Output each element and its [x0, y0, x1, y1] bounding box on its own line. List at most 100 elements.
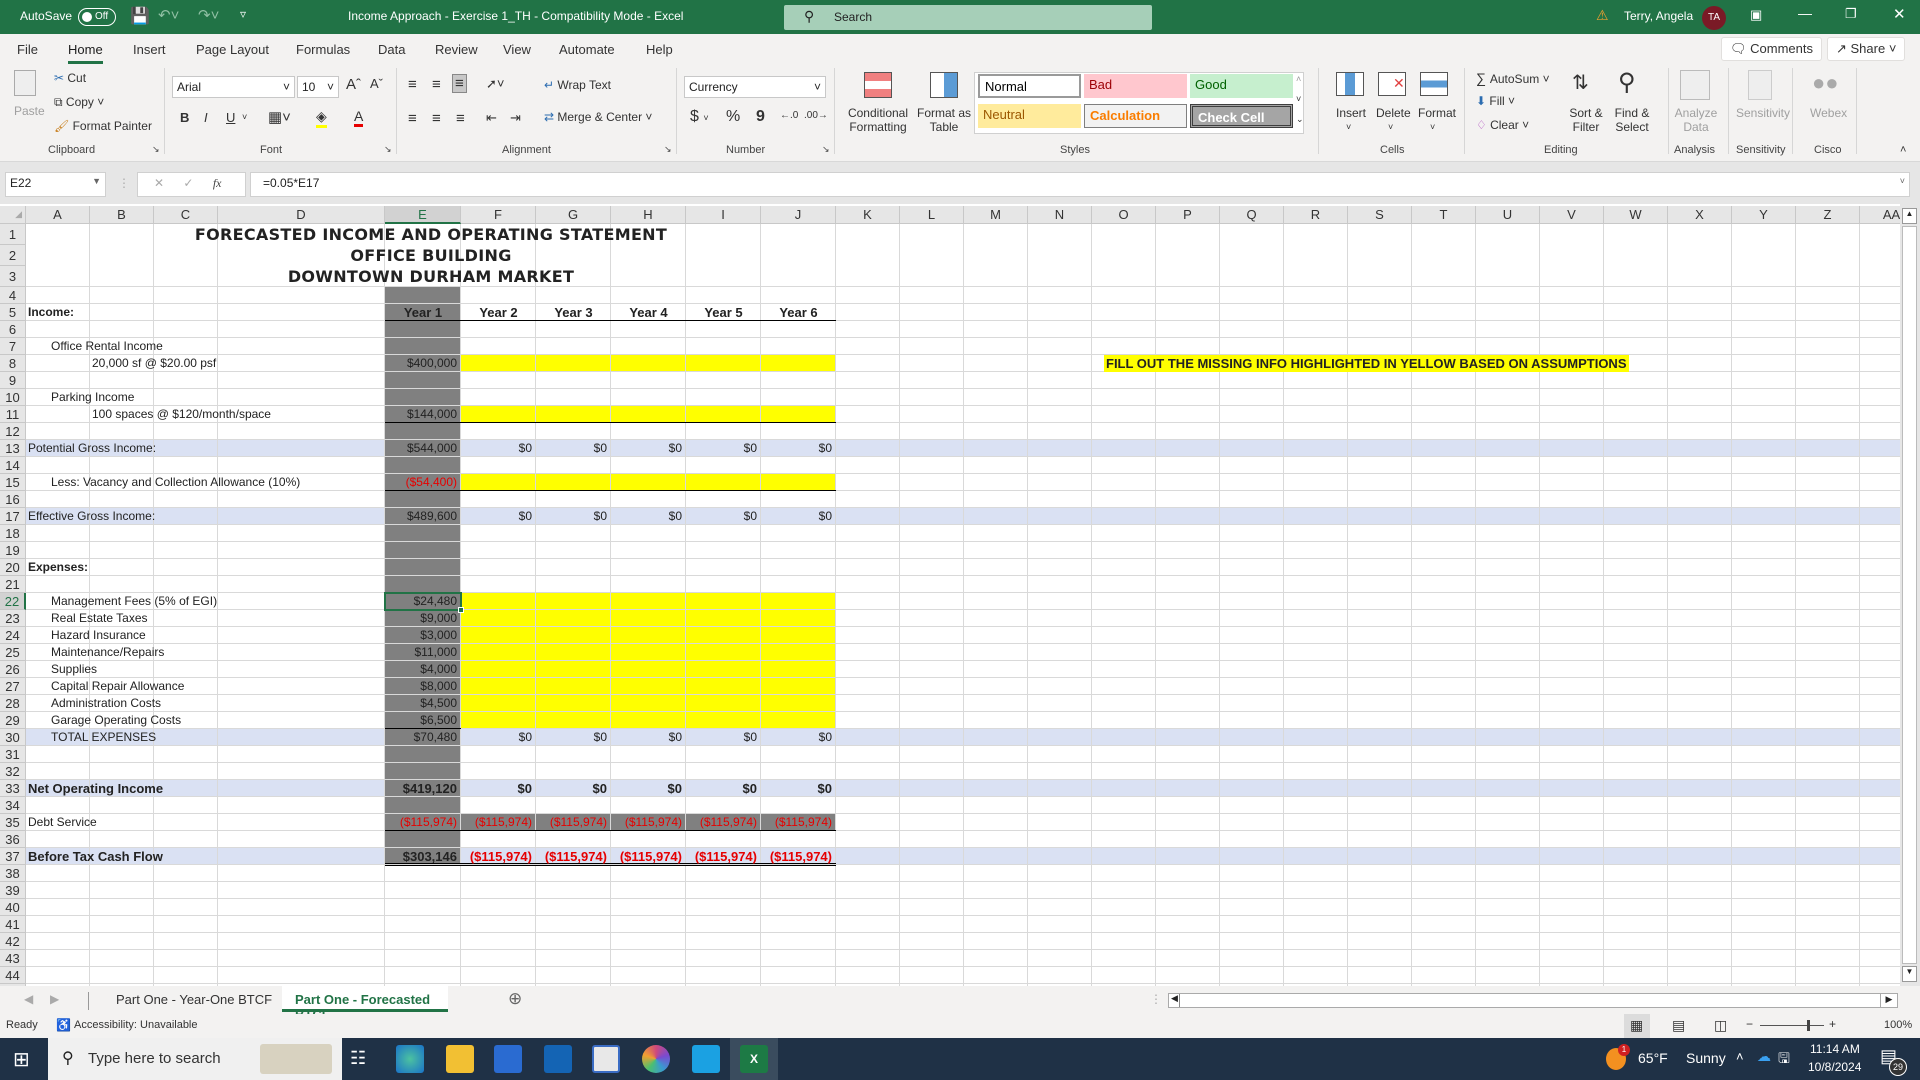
alignment-launcher-icon[interactable]: ↘ [664, 144, 672, 155]
italic-button[interactable]: I [204, 110, 208, 125]
column-header-L[interactable]: L [900, 206, 964, 224]
year1-debt-service[interactable]: ($115,974) [385, 814, 461, 831]
expense-label[interactable]: Garage Operating Costs [26, 712, 181, 729]
increase-font-icon[interactable]: Aˆ [346, 76, 361, 93]
bold-button[interactable]: B [180, 110, 189, 125]
align-right-icon[interactable]: ≡ [456, 110, 465, 127]
tab-view[interactable]: View [503, 42, 531, 57]
year4-noi[interactable]: $0 [611, 780, 686, 797]
collapse-ribbon-icon[interactable]: ˄ [1900, 144, 1906, 156]
borders-icon[interactable]: ▦˅ [268, 108, 291, 126]
restore-icon[interactable]: ❐ [1845, 6, 1857, 22]
row-header-18[interactable]: 18 [0, 525, 26, 542]
middle-align-icon[interactable]: ≡ [432, 76, 441, 93]
year1-egi[interactable]: $489,600 [385, 508, 461, 525]
font-color-icon[interactable]: A [354, 108, 364, 127]
row-header-2[interactable]: 2 [0, 245, 26, 266]
style-normal[interactable]: Normal [978, 74, 1081, 98]
sensitivity-button[interactable]: Sensitivity [1736, 106, 1790, 120]
style-bad[interactable]: Bad [1084, 74, 1187, 98]
label-expenses[interactable]: Expenses: [26, 559, 88, 576]
row-header-5[interactable]: 5 [0, 304, 26, 321]
label-income[interactable]: Income: [26, 304, 74, 321]
format-painter-button[interactable]: 🖌 Format Painter [54, 119, 152, 133]
scroll-right-icon[interactable]: ▶ [1880, 993, 1898, 1008]
label-debt-service[interactable]: Debt Service [26, 814, 97, 831]
expense-year1-value[interactable]: $11,000 [385, 644, 461, 661]
year2-noi[interactable]: $0 [461, 780, 536, 797]
year-header[interactable]: Year 3 [536, 304, 611, 321]
horizontal-scrollbar[interactable]: ◀ [1168, 993, 1898, 1008]
webex-button[interactable]: Webex [1810, 106, 1847, 120]
task-view-icon[interactable]: ☷ [350, 1048, 366, 1069]
label-office-rental[interactable]: Office Rental Income [26, 338, 163, 355]
row-header-24[interactable]: 24 [0, 627, 26, 644]
formula-input[interactable]: =0.05*E17 ˅ [250, 172, 1910, 197]
row-header-22[interactable]: 22 [0, 593, 26, 610]
dymo-connect-icon[interactable] [692, 1045, 720, 1073]
tab-page-layout[interactable]: Page Layout [196, 42, 269, 57]
row-header-35[interactable]: 35 [0, 814, 26, 831]
year6-btcf[interactable]: ($115,974) [761, 848, 836, 865]
year1-btcf[interactable]: $303,146 [385, 848, 461, 865]
year1-parking[interactable]: $144,000 [385, 406, 461, 423]
insert-function-icon[interactable]: fx [213, 176, 222, 190]
row-header-14[interactable]: 14 [0, 457, 26, 474]
tray-chevron-icon[interactable]: ˄ [1736, 1049, 1744, 1064]
clipboard-launcher-icon[interactable]: ↘ [152, 144, 160, 155]
column-header-S[interactable]: S [1348, 206, 1412, 224]
year1-vacancy[interactable]: ($54,400) [385, 474, 461, 491]
top-align-icon[interactable]: ≡ [408, 76, 417, 93]
column-header-Y[interactable]: Y [1732, 206, 1796, 224]
year4-btcf[interactable]: ($115,974) [611, 848, 686, 865]
column-header-W[interactable]: W [1604, 206, 1668, 224]
column-header-F[interactable]: F [461, 206, 536, 224]
vertical-scrollbar[interactable]: ▲ ▼ [1900, 204, 1920, 986]
row-header-15[interactable]: 15 [0, 474, 26, 491]
row-header-11[interactable]: 11 [0, 406, 26, 423]
year4-total-expenses[interactable]: $0 [611, 729, 686, 746]
excel-icon[interactable]: X [740, 1045, 768, 1073]
column-header-G[interactable]: G [536, 206, 611, 224]
year1-total-expenses[interactable]: $70,480 [385, 729, 461, 746]
underline-dropdown-icon[interactable]: ˅ [242, 112, 247, 122]
column-header-R[interactable]: R [1284, 206, 1348, 224]
label-parking-detail[interactable]: 100 spaces @ $120/month/space [90, 406, 271, 423]
decrease-font-icon[interactable]: Aˇ [370, 76, 383, 91]
expense-label[interactable]: Capital Repair Allowance [26, 678, 184, 695]
year2-btcf[interactable]: ($115,974) [461, 848, 536, 865]
row-header-21[interactable]: 21 [0, 576, 26, 593]
app-pinwheel-icon[interactable] [642, 1045, 670, 1073]
expense-label[interactable]: Supplies [26, 661, 97, 678]
style-calculation[interactable]: Calculation [1084, 104, 1187, 128]
label-total-expenses[interactable]: TOTAL EXPENSES [26, 729, 156, 746]
year5-noi[interactable]: $0 [686, 780, 761, 797]
store-icon[interactable] [494, 1045, 522, 1073]
row-header-23[interactable]: 23 [0, 610, 26, 627]
tab-data[interactable]: Data [378, 42, 405, 57]
expense-label[interactable]: Maintenance/Repairs [26, 644, 164, 661]
increase-indent-icon[interactable]: ⇥ [510, 110, 521, 126]
tab-formulas[interactable]: Formulas [296, 42, 350, 57]
year1-pgi[interactable]: $544,000 [385, 440, 461, 457]
next-sheet-icon[interactable]: ▶ [50, 992, 59, 1006]
year6-pgi[interactable]: $0 [761, 440, 836, 457]
label-vacancy[interactable]: Less: Vacancy and Collection Allowance (… [26, 474, 300, 491]
style-check-cell[interactable]: Check Cell [1190, 104, 1293, 128]
wrap-text-button[interactable]: ↵ Wrap Text [544, 78, 611, 92]
tab-review[interactable]: Review [435, 42, 478, 57]
year2-pgi[interactable]: $0 [461, 440, 536, 457]
styles-scroll-up-icon[interactable]: ˄ [1296, 74, 1301, 84]
sheet-tab-forecasted-btcf[interactable]: Part One - Forecasted BTCF [282, 986, 448, 1022]
align-center-icon[interactable]: ≡ [432, 110, 441, 127]
autosave-toggle[interactable]: Off [78, 8, 116, 26]
search-box[interactable]: ⚲ Search [784, 5, 1152, 30]
worksheet-grid[interactable]: ◢ A B C D E F G H I J K L M N O P Q R S T U V W X Y Z AA 1 2 3 4 5 6 7 8 9 10… [0, 204, 1900, 986]
file-explorer-icon[interactable] [446, 1045, 474, 1073]
row-header-38[interactable]: 38 [0, 865, 26, 882]
column-header-T[interactable]: T [1412, 206, 1476, 224]
vertical-scroll-thumb[interactable] [1902, 226, 1917, 964]
year6-noi[interactable]: $0 [761, 780, 836, 797]
column-header-B[interactable]: B [90, 206, 154, 224]
conditional-formatting-button[interactable]: Conditional Formatting [846, 106, 910, 134]
